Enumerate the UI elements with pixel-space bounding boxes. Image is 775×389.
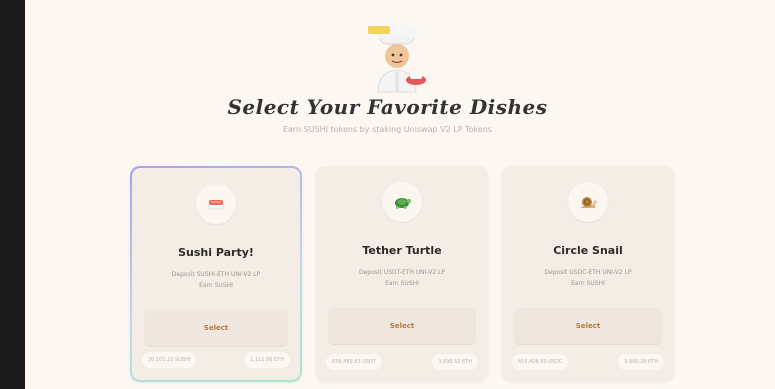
page-title: Select Your Favorite Dishes (227, 95, 548, 119)
select-button[interactable]: Select (144, 310, 288, 346)
page-subtitle: Earn SUSHI tokens by staking Uniswap V2 … (282, 125, 493, 134)
select-button[interactable]: Select (514, 308, 662, 344)
card-description: Deposit USDT-ETH UNI-V2 LP Earn SUSHI (358, 269, 446, 287)
card-stats: 20,101.22 SUSHI 1,111.86 ETH (142, 352, 290, 368)
pool-card-sushi-party[interactable]: Sushi Party! Deposit SUSHI-ETH UNI-V2 LP… (130, 166, 302, 382)
snail-icon (568, 182, 608, 222)
chef-icon (362, 20, 432, 94)
turtle-icon (382, 182, 422, 222)
card-title: Circle Snail (553, 244, 623, 257)
card-title: Tether Turtle (362, 244, 442, 257)
stat-right: 3,098.52 ETH (432, 354, 478, 370)
card-title: Sushi Party! (178, 246, 254, 259)
card-description: Deposit USDC-ETH UNI-V2 LP Earn SUSHI (544, 269, 632, 287)
sushi-icon (196, 184, 236, 224)
stat-left: 836,489.83 USDT (326, 354, 382, 370)
stat-right: 1,111.86 ETH (244, 352, 290, 368)
stat-left: 20,101.22 SUSHI (142, 352, 197, 368)
stat-left: 815,408.80 USDC (512, 354, 569, 370)
card-description: Deposit SUSHI-ETH UNI-V2 LP Earn SUSHI (171, 271, 261, 289)
select-button[interactable]: Select (328, 308, 476, 344)
pool-card-circle-snail[interactable]: Circle Snail Deposit USDC-ETH UNI-V2 LP … (502, 166, 674, 382)
card-stats: 836,489.83 USDT 3,098.52 ETH (326, 354, 478, 370)
pool-card-tether-turtle[interactable]: Tether Turtle Deposit USDT-ETH UNI-V2 LP… (316, 166, 488, 382)
stat-right: 3,000.28 ETH (618, 354, 664, 370)
card-stats: 815,408.80 USDC 3,000.28 ETH (512, 354, 664, 370)
